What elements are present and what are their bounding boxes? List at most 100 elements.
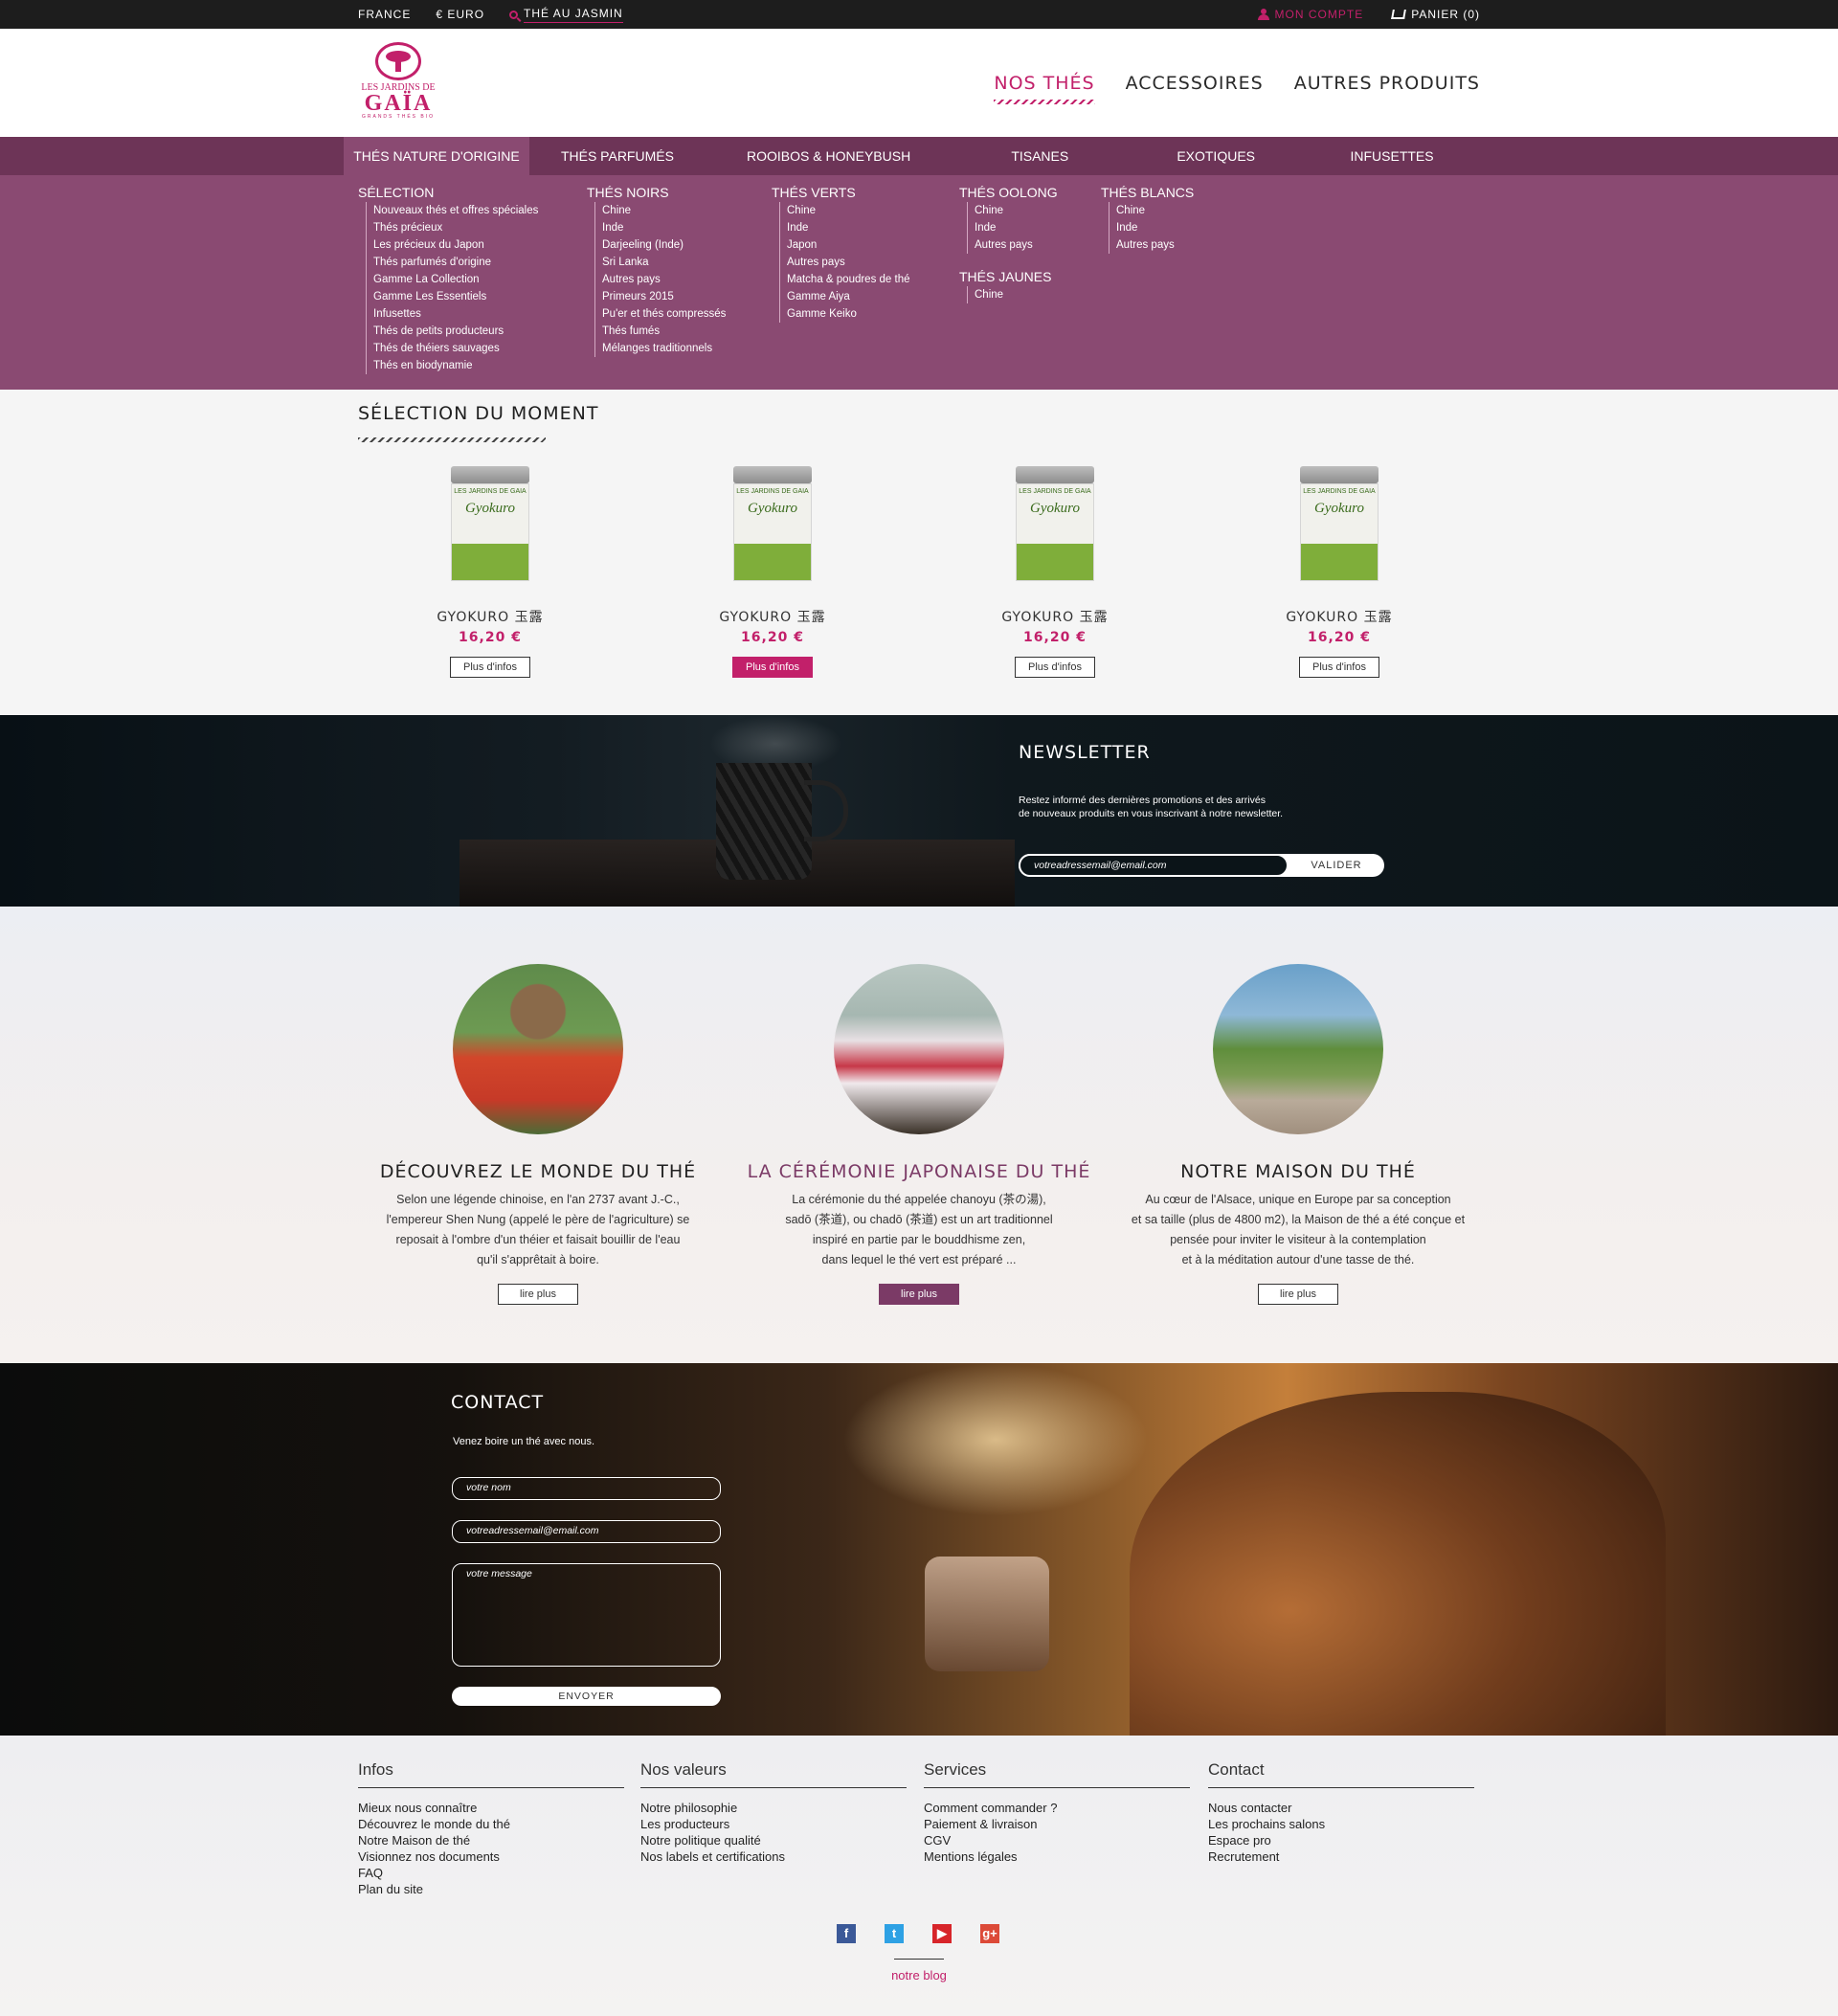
menu-col-title[interactable]: THÉS NOIRS bbox=[587, 185, 726, 200]
menu-col-title[interactable]: THÉS OOLONG bbox=[959, 185, 1058, 200]
menu-item[interactable]: Les précieux du Japon bbox=[373, 236, 538, 254]
facebook-icon[interactable]: f bbox=[837, 1924, 856, 1943]
nav-label[interactable]: NOS THÉS bbox=[994, 73, 1094, 94]
menu-item[interactable]: Chine bbox=[787, 202, 910, 219]
newsletter-submit-button[interactable]: VALIDER bbox=[1289, 854, 1384, 877]
read-more-button[interactable]: lire plus bbox=[1258, 1284, 1338, 1305]
product-name[interactable]: GYOKURO 玉露 bbox=[959, 607, 1151, 626]
menu-item[interactable]: Darjeeling (Inde) bbox=[602, 236, 726, 254]
menu-item[interactable]: Thés de théiers sauvages bbox=[373, 340, 538, 357]
product-tin-image[interactable]: LES JARDINS DE GAIA Gyokuro bbox=[1300, 466, 1378, 586]
footer-link[interactable]: Mentions légales bbox=[924, 1848, 1190, 1865]
footer-link[interactable]: Notre politique qualité bbox=[640, 1832, 907, 1848]
logo[interactable]: LES JARDINS DE GAÏA GRANDS THÉS BIO bbox=[358, 42, 438, 124]
nav-nos-thes[interactable]: NOS THÉS bbox=[994, 73, 1095, 104]
menu-item[interactable]: Inde bbox=[1116, 219, 1194, 236]
contact-email-input[interactable]: votreadressemail@email.com bbox=[452, 1520, 721, 1543]
footer-link[interactable]: Comment commander ? bbox=[924, 1800, 1190, 1816]
country-selector[interactable]: FRANCE bbox=[358, 8, 411, 21]
more-info-button[interactable]: Plus d'infos bbox=[732, 657, 813, 678]
menu-col-title[interactable]: SÉLECTION bbox=[358, 185, 538, 200]
footer-link[interactable]: Espace pro bbox=[1208, 1832, 1474, 1848]
more-info-button[interactable]: Plus d'infos bbox=[450, 657, 530, 678]
menu-item[interactable]: Thés de petits producteurs bbox=[373, 323, 538, 340]
read-more-button[interactable]: lire plus bbox=[498, 1284, 578, 1305]
category-exotiques[interactable]: EXOTIQUES bbox=[1128, 137, 1304, 175]
category-rooibos[interactable]: ROOIBOS & HONEYBUSH bbox=[706, 137, 952, 175]
menu-item[interactable]: Japon bbox=[787, 236, 910, 254]
menu-item[interactable]: Inde bbox=[975, 219, 1058, 236]
menu-item[interactable]: Chine bbox=[602, 202, 726, 219]
currency-selector[interactable]: € EURO bbox=[436, 8, 484, 21]
menu-col-title[interactable]: THÉS JAUNES bbox=[959, 269, 1058, 284]
footer-link[interactable]: Nos labels et certifications bbox=[640, 1848, 907, 1865]
nav-label[interactable]: ACCESSOIRES bbox=[1126, 73, 1264, 94]
menu-item[interactable]: Infusettes bbox=[373, 305, 538, 323]
menu-item[interactable]: Matcha & poudres de thé bbox=[787, 271, 910, 288]
footer-link[interactable]: Nous contacter bbox=[1208, 1800, 1474, 1816]
menu-item[interactable]: Sri Lanka bbox=[602, 254, 726, 271]
footer-link[interactable]: Mieux nous connaître bbox=[358, 1800, 624, 1816]
menu-item[interactable]: Chine bbox=[1116, 202, 1194, 219]
read-more-button[interactable]: lire plus bbox=[879, 1284, 959, 1305]
category-nature-origine[interactable]: THÉS NATURE D'ORIGINE bbox=[344, 137, 529, 175]
more-info-button[interactable]: Plus d'infos bbox=[1015, 657, 1095, 678]
footer-link[interactable]: Les prochains salons bbox=[1208, 1816, 1474, 1832]
product-tin-image[interactable]: LES JARDINS DE GAIA Gyokuro bbox=[1016, 466, 1094, 586]
menu-item[interactable]: Autres pays bbox=[975, 236, 1058, 254]
search-box[interactable]: THÉ AU JASMIN bbox=[509, 7, 623, 23]
product-tin-image[interactable]: LES JARDINS DE GAIA Gyokuro bbox=[451, 466, 529, 586]
menu-item[interactable]: Autres pays bbox=[787, 254, 910, 271]
newsletter-email-input[interactable]: votreadressemail@email.com bbox=[1019, 854, 1289, 877]
menu-item[interactable]: Gamme Aiya bbox=[787, 288, 910, 305]
contact-send-button[interactable]: ENVOYER bbox=[452, 1687, 721, 1706]
menu-item[interactable]: Thés parfumés d'origine bbox=[373, 254, 538, 271]
footer-link[interactable]: FAQ bbox=[358, 1865, 624, 1881]
contact-message-textarea[interactable]: votre message bbox=[452, 1563, 721, 1667]
footer-link[interactable]: Notre philosophie bbox=[640, 1800, 907, 1816]
footer-link[interactable]: Notre Maison de thé bbox=[358, 1832, 624, 1848]
menu-col-title[interactable]: THÉS BLANCS bbox=[1101, 185, 1194, 200]
nav-accessoires[interactable]: ACCESSOIRES bbox=[1126, 73, 1264, 104]
more-info-button[interactable]: Plus d'infos bbox=[1299, 657, 1379, 678]
search-query[interactable]: THÉ AU JASMIN bbox=[524, 7, 623, 23]
menu-item[interactable]: Autres pays bbox=[1116, 236, 1194, 254]
footer-link[interactable]: Visionnez nos documents bbox=[358, 1848, 624, 1865]
menu-item[interactable]: Gamme La Collection bbox=[373, 271, 538, 288]
footer-link[interactable]: Les producteurs bbox=[640, 1816, 907, 1832]
menu-item[interactable]: Autres pays bbox=[602, 271, 726, 288]
blog-link[interactable]: notre blog bbox=[0, 1968, 1838, 1982]
nav-autres-produits[interactable]: AUTRES PRODUITS bbox=[1294, 73, 1480, 104]
menu-item[interactable]: Chine bbox=[975, 202, 1058, 219]
menu-item[interactable]: Pu'er et thés compressés bbox=[602, 305, 726, 323]
menu-item[interactable]: Mélanges traditionnels bbox=[602, 340, 726, 357]
category-infusettes[interactable]: INFUSETTES bbox=[1304, 137, 1480, 175]
cart-link[interactable]: PANIER (0) bbox=[1391, 8, 1480, 21]
product-name[interactable]: GYOKURO 玉露 bbox=[394, 607, 586, 626]
account-link[interactable]: MON COMPTE bbox=[1257, 8, 1364, 21]
youtube-icon[interactable]: ▶ bbox=[932, 1924, 952, 1943]
menu-item[interactable]: Thés en biodynamie bbox=[373, 357, 538, 374]
footer-link[interactable]: Paiement & livraison bbox=[924, 1816, 1190, 1832]
product-name[interactable]: GYOKURO 玉露 bbox=[677, 607, 868, 626]
footer-link[interactable]: Recrutement bbox=[1208, 1848, 1474, 1865]
product-name[interactable]: GYOKURO 玉露 bbox=[1244, 607, 1435, 626]
menu-item[interactable]: Inde bbox=[602, 219, 726, 236]
contact-name-input[interactable]: votre nom bbox=[452, 1477, 721, 1500]
menu-item[interactable]: Gamme Keiko bbox=[787, 305, 910, 323]
menu-item[interactable]: Inde bbox=[787, 219, 910, 236]
product-tin-image[interactable]: LES JARDINS DE GAIA Gyokuro bbox=[733, 466, 812, 586]
menu-item[interactable]: Nouveaux thés et offres spéciales bbox=[373, 202, 538, 219]
category-tisanes[interactable]: TISANES bbox=[952, 137, 1128, 175]
menu-item[interactable]: Primeurs 2015 bbox=[602, 288, 726, 305]
menu-item[interactable]: Gamme Les Essentiels bbox=[373, 288, 538, 305]
menu-item[interactable]: Chine bbox=[975, 286, 1058, 303]
footer-link[interactable]: CGV bbox=[924, 1832, 1190, 1848]
nav-label[interactable]: AUTRES PRODUITS bbox=[1294, 73, 1480, 94]
google-plus-icon[interactable]: g+ bbox=[980, 1924, 999, 1943]
footer-link[interactable]: Plan du site bbox=[358, 1881, 624, 1897]
menu-col-title[interactable]: THÉS VERTS bbox=[772, 185, 910, 200]
footer-link[interactable]: Découvrez le monde du thé bbox=[358, 1816, 624, 1832]
category-parfumes[interactable]: THÉS PARFUMÉS bbox=[529, 137, 706, 175]
twitter-icon[interactable]: t bbox=[885, 1924, 904, 1943]
